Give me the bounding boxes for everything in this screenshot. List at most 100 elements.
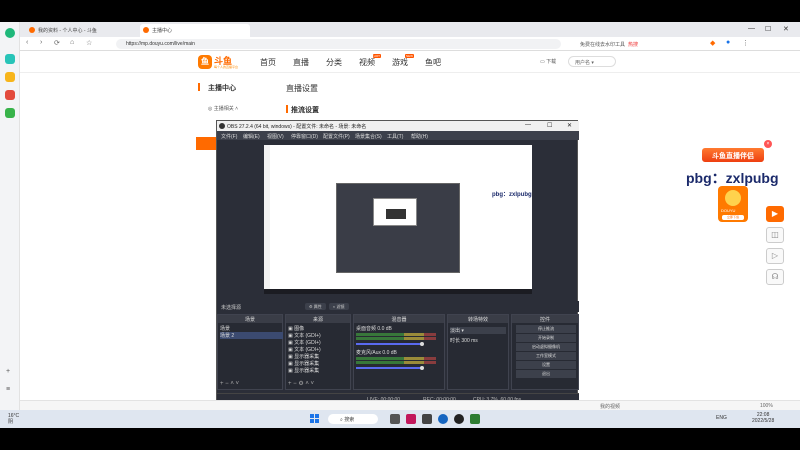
play-icon[interactable]: ▶	[766, 206, 784, 222]
minimize-icon[interactable]: —	[748, 25, 755, 32]
maximize-icon[interactable]: ☐	[547, 122, 552, 129]
source-item[interactable]: ▣ 显示器采集	[288, 353, 319, 360]
source-item[interactable]: ▣ 显示器采集	[288, 360, 319, 367]
apps-icon[interactable]: ⋮	[742, 39, 749, 47]
bookmark-star-icon[interactable]: ☆	[86, 39, 92, 47]
mascot-icon	[725, 190, 741, 206]
url-input[interactable]: https://mp.douyu.com/live/main	[116, 39, 561, 49]
dock-controls[interactable]: + − ⚙ ˄ ˅	[288, 380, 314, 387]
extension-icon[interactable]: ●	[726, 39, 730, 46]
side-app-icon[interactable]	[5, 54, 15, 64]
sources-dock: 来源 ▣ 图像 ▣ 文本 (GDI+) ▣ 文本 (GDI+) ▣ 文本 (GD…	[285, 314, 351, 390]
settings-button[interactable]: 设置	[516, 361, 576, 369]
taskbar-search[interactable]: ⌕ 搜索	[328, 414, 378, 424]
studio-mode-button[interactable]: 工作室模式	[516, 352, 576, 360]
menu-scene-collection[interactable]: 场景集合(S)	[355, 133, 382, 140]
browser-home-icon[interactable]	[5, 28, 15, 38]
tab-anchor-center[interactable]: 主播中心	[140, 24, 250, 37]
extension-icon[interactable]: ◆	[710, 39, 715, 47]
source-item[interactable]: ▣ 文本 (GDI+)	[288, 339, 321, 346]
volume-knob[interactable]	[420, 342, 424, 346]
obs-app-icon[interactable]	[454, 414, 464, 424]
close-icon[interactable]: ✕	[783, 25, 789, 33]
app-icon[interactable]	[390, 414, 400, 424]
star-icon[interactable]	[5, 72, 15, 82]
menu-profile[interactable]: 配置文件(P)	[323, 133, 350, 140]
support-icon[interactable]: ☊	[766, 269, 784, 285]
nav-live[interactable]: 直播	[293, 57, 309, 68]
weather-widget[interactable]: 16°C 阴	[8, 413, 19, 425]
start-icon[interactable]	[310, 414, 320, 424]
promo-banner[interactable]: 斗鱼直播伴侣	[702, 148, 764, 162]
home-icon[interactable]: ⌂	[70, 39, 74, 46]
source-item[interactable]: ▣ 图像	[288, 325, 304, 332]
nav-category[interactable]: 分类	[326, 57, 342, 68]
obs-window[interactable]: OBS 27.2.4 (64 bit, windows) - 配置文件: 未命名…	[216, 120, 579, 404]
download-link[interactable]: ▭ 下载	[540, 58, 556, 65]
menu-tools[interactable]: 工具(T)	[387, 133, 403, 140]
menu-item-anchor[interactable]: ◎ 主播相关 ˄	[208, 105, 238, 112]
douyu-logo[interactable]: 鱼 斗鱼 每个人的直播平台	[198, 54, 238, 70]
system-clock[interactable]: 22:08 2022/5/28	[752, 412, 774, 424]
start-recording-button[interactable]: 开始录制	[516, 334, 576, 342]
user-dropdown[interactable]: 用户名 ▾	[568, 56, 616, 67]
volume-slider[interactable]	[356, 343, 422, 345]
nav-game[interactable]: 游戏 NEW	[392, 54, 414, 68]
plus-icon[interactable]: +	[6, 368, 10, 375]
properties-button[interactable]: ⚙ 属性	[305, 303, 326, 310]
nav-video[interactable]: 视频 HOT	[359, 54, 381, 68]
exit-button[interactable]: 退出	[516, 370, 576, 378]
app-icon[interactable]	[438, 414, 448, 424]
screenshot-icon[interactable]: ◫	[766, 227, 784, 243]
app-icon[interactable]	[422, 414, 432, 424]
source-item[interactable]: ▣ 显示器采集	[288, 367, 319, 374]
filters-button[interactable]: ◐ 滤镜	[329, 303, 349, 310]
dock-header: 场景	[218, 315, 282, 323]
menu-file[interactable]: 文件(F)	[221, 133, 237, 140]
channel-name: 麦克风/Aux	[356, 350, 382, 356]
maximize-icon[interactable]: ☐	[765, 25, 771, 33]
menu-docks[interactable]: 停靠窗口(D)	[291, 133, 318, 140]
live-icon[interactable]: ▷	[766, 248, 784, 264]
promo-download-button[interactable]: 立即下载	[722, 215, 744, 220]
obs-preview[interactable]: pbg：zxlpubg	[264, 145, 532, 294]
refresh-icon[interactable]: ⟳	[54, 39, 60, 47]
stop-streaming-button[interactable]: 停止推流	[516, 325, 576, 333]
minimize-icon[interactable]: —	[525, 122, 531, 128]
menu-view[interactable]: 视图(V)	[267, 133, 284, 140]
browser-tab-strip: 我的资料 - 个人中心 - 斗鱼 主播中心 — ☐ ✕	[20, 22, 800, 37]
game-icon[interactable]	[5, 90, 15, 100]
nav-home[interactable]: 首页	[260, 57, 276, 68]
nav-label: 游戏	[392, 58, 408, 67]
menu-edit[interactable]: 编辑(E)	[243, 133, 260, 140]
preview-nested-obs	[336, 183, 460, 273]
transition-select[interactable]: 淡出 ▾	[450, 327, 506, 334]
volume-slider[interactable]	[356, 367, 422, 369]
source-item[interactable]: ▣ 文本 (GDI+)	[288, 346, 321, 353]
back-icon[interactable]: ‹	[26, 39, 28, 46]
scene-item[interactable]: 场景 2	[220, 332, 283, 339]
source-item[interactable]: ▣ 文本 (GDI+)	[288, 332, 321, 339]
obs-titlebar[interactable]: OBS 27.2.4 (64 bit, windows) - 配置文件: 未命名…	[217, 121, 579, 131]
browser-search-box[interactable]: 免费在线去水印工具 热搜	[580, 39, 700, 49]
status-label[interactable]: 我的视频	[600, 403, 620, 410]
input-language[interactable]: ENG	[716, 415, 727, 421]
volume-knob[interactable]	[420, 366, 424, 370]
tab-profile[interactable]: 我的资料 - 个人中心 - 斗鱼	[26, 24, 136, 37]
scene-item[interactable]: 场景	[220, 325, 230, 332]
promo-card[interactable]: DOUYU 立即下载	[718, 186, 748, 222]
menu-icon[interactable]: ≡	[6, 386, 10, 393]
mail-icon[interactable]	[5, 108, 15, 118]
zoom-level[interactable]: 100%	[760, 403, 773, 409]
forward-icon[interactable]: ›	[40, 39, 42, 46]
dock-header: 来源	[286, 315, 350, 323]
menu-help[interactable]: 帮助(H)	[411, 133, 428, 140]
nav-fishbar[interactable]: 鱼吧	[425, 57, 441, 68]
dock-controls[interactable]: + − ˄ ˅	[220, 381, 239, 387]
virtual-camera-button[interactable]: 启动虚拟摄像机	[516, 343, 576, 351]
close-icon[interactable]: ×	[764, 140, 772, 148]
app-icon[interactable]	[406, 414, 416, 424]
close-icon[interactable]: ✕	[567, 122, 572, 129]
app-icon[interactable]	[470, 414, 480, 424]
transition-duration[interactable]: 时长 300 ms	[450, 337, 478, 344]
